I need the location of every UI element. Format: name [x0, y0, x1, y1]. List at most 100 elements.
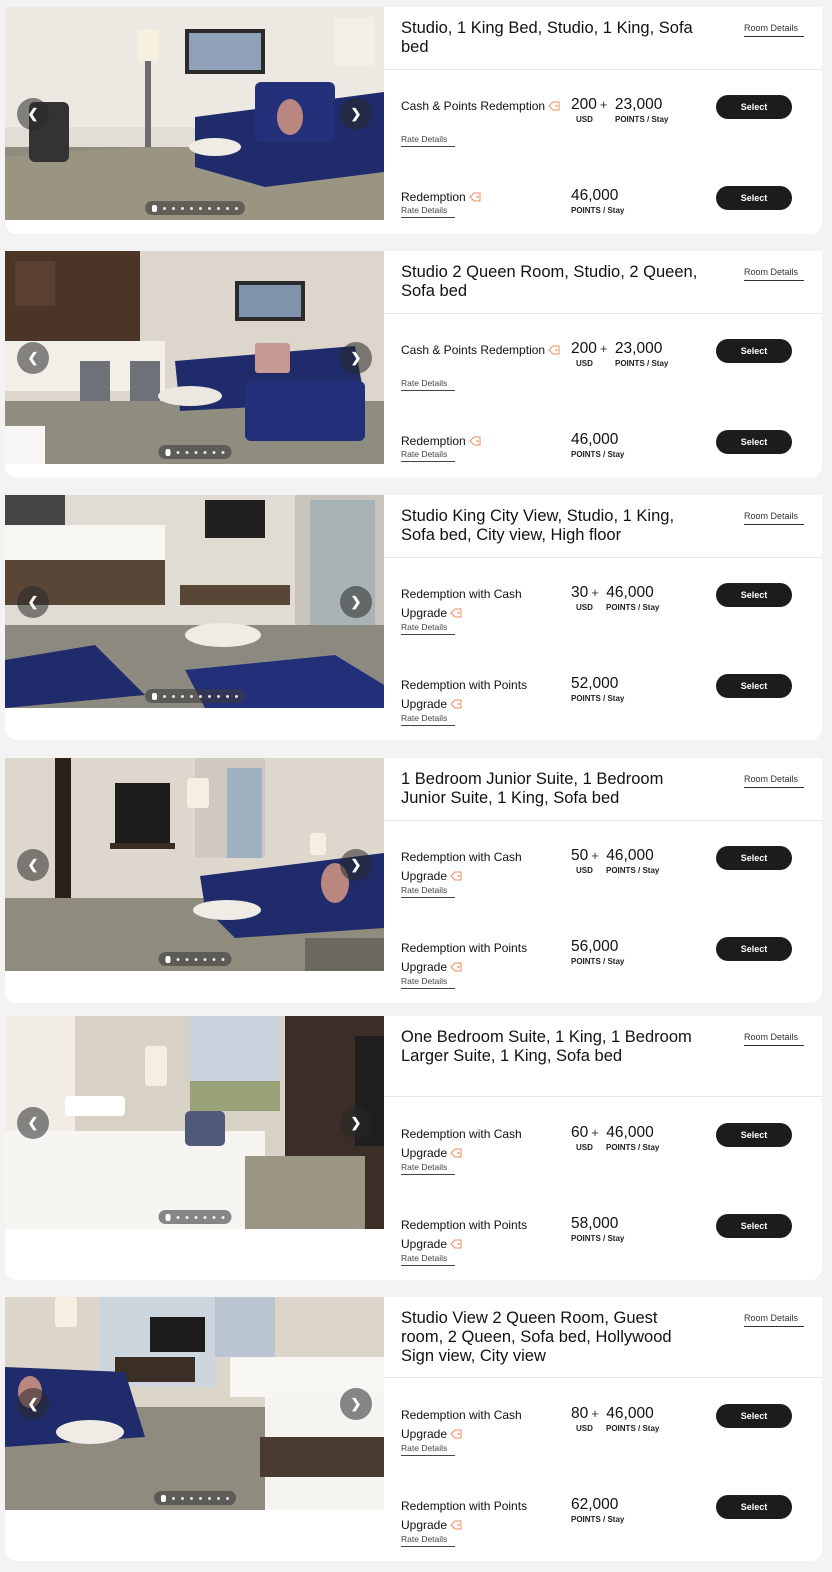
rate-details-link[interactable]: Rate Details	[401, 713, 455, 726]
carousel-dot[interactable]	[180, 206, 184, 210]
carousel-dot[interactable]	[234, 694, 238, 698]
carousel-dot[interactable]	[203, 957, 206, 961]
carousel-dot[interactable]	[176, 1215, 179, 1219]
carousel-dot[interactable]	[162, 206, 166, 210]
chevron-left-icon[interactable]: ❮	[17, 98, 49, 130]
carousel-dot[interactable]	[151, 204, 157, 212]
room-details-link[interactable]: Room Details	[744, 23, 804, 37]
carousel-dot[interactable]	[165, 1213, 170, 1221]
room-details-link[interactable]: Room Details	[744, 1032, 804, 1046]
room-photo-carousel[interactable]: ❮ ❯	[5, 7, 384, 220]
room-photo-carousel[interactable]: ❮ ❯	[5, 1016, 384, 1229]
carousel-dot[interactable]	[225, 694, 229, 698]
rate-details-link[interactable]: Rate Details	[401, 1162, 455, 1175]
select-button[interactable]: Select	[716, 430, 792, 454]
carousel-dot[interactable]	[198, 694, 202, 698]
room-details-link[interactable]: Room Details	[744, 1313, 804, 1327]
tag-icon	[450, 1426, 462, 1439]
select-button[interactable]: Select	[716, 339, 792, 363]
carousel-dot[interactable]	[221, 957, 224, 961]
chevron-left-icon[interactable]: ❮	[17, 586, 49, 618]
carousel-dot[interactable]	[189, 1496, 193, 1500]
room-photo-carousel[interactable]: ❮ ❯	[5, 1297, 384, 1510]
carousel-dot[interactable]	[165, 448, 170, 456]
carousel-dot[interactable]	[194, 1215, 197, 1219]
carousel-dot[interactable]	[216, 1496, 220, 1500]
carousel-dot[interactable]	[221, 450, 224, 454]
carousel-dot[interactable]	[216, 206, 220, 210]
carousel-dot[interactable]	[160, 1494, 166, 1502]
room-details-link[interactable]: Room Details	[744, 267, 804, 281]
carousel-dot[interactable]	[189, 694, 193, 698]
rate-details-link[interactable]: Rate Details	[401, 449, 455, 462]
rate-details-link[interactable]: Rate Details	[401, 885, 455, 898]
carousel-dot[interactable]	[171, 694, 175, 698]
room-photo-carousel[interactable]: ❮ ❯	[5, 251, 384, 464]
carousel-dot[interactable]	[180, 694, 184, 698]
carousel-dot[interactable]	[207, 206, 211, 210]
carousel-dot[interactable]	[171, 206, 175, 210]
carousel-dot[interactable]	[171, 1496, 175, 1500]
carousel-dot[interactable]	[185, 957, 188, 961]
carousel-dot[interactable]	[165, 955, 170, 963]
chevron-right-icon[interactable]: ❯	[340, 1388, 372, 1420]
select-button[interactable]: Select	[716, 937, 792, 961]
chevron-left-icon[interactable]: ❮	[17, 1388, 49, 1420]
carousel-dot[interactable]	[203, 1215, 206, 1219]
select-button[interactable]: Select	[716, 1404, 792, 1428]
select-button[interactable]: Select	[716, 1214, 792, 1238]
room-details-link[interactable]: Room Details	[744, 774, 804, 788]
points-unit: POINTS / Stay	[606, 603, 660, 612]
carousel-dot[interactable]	[212, 1215, 215, 1219]
carousel-dot[interactable]	[198, 1496, 202, 1500]
select-button[interactable]: Select	[716, 1123, 792, 1147]
carousel-dot[interactable]	[162, 694, 166, 698]
select-button[interactable]: Select	[716, 583, 792, 607]
carousel-dot[interactable]	[225, 206, 229, 210]
carousel-dot[interactable]	[212, 450, 215, 454]
chevron-right-icon[interactable]: ❯	[340, 98, 372, 130]
rate-details-link[interactable]: Rate Details	[401, 1443, 455, 1456]
carousel-dot[interactable]	[216, 694, 220, 698]
carousel-dot[interactable]	[185, 450, 188, 454]
chevron-left-icon[interactable]: ❮	[17, 1107, 49, 1139]
carousel-dot[interactable]	[207, 1496, 211, 1500]
cash-amount: 60	[571, 1124, 589, 1141]
carousel-dot[interactable]	[194, 957, 197, 961]
carousel-dot[interactable]	[180, 1496, 184, 1500]
rate-details-link[interactable]: Rate Details	[401, 1253, 455, 1266]
chevron-right-icon[interactable]: ❯	[340, 586, 372, 618]
carousel-dot[interactable]	[189, 206, 193, 210]
rate-details-link[interactable]: Rate Details	[401, 134, 455, 147]
carousel-dot[interactable]	[194, 450, 197, 454]
chevron-right-icon[interactable]: ❯	[340, 849, 372, 881]
carousel-dot[interactable]	[207, 694, 211, 698]
carousel-dot[interactable]	[151, 692, 157, 700]
rate-details-link[interactable]: Rate Details	[401, 976, 455, 989]
chevron-right-icon[interactable]: ❯	[340, 1107, 372, 1139]
select-button[interactable]: Select	[716, 846, 792, 870]
select-button[interactable]: Select	[716, 674, 792, 698]
rate-details-link[interactable]: Rate Details	[401, 205, 455, 218]
carousel-dot[interactable]	[234, 206, 238, 210]
carousel-dot[interactable]	[176, 957, 179, 961]
select-button[interactable]: Select	[716, 95, 792, 119]
select-button[interactable]: Select	[716, 1495, 792, 1519]
rate-details-link[interactable]: Rate Details	[401, 622, 455, 635]
room-photo-carousel[interactable]: ❮ ❯	[5, 495, 384, 708]
room-photo-carousel[interactable]: ❮ ❯	[5, 758, 384, 971]
chevron-right-icon[interactable]: ❯	[340, 342, 372, 374]
room-details-link[interactable]: Room Details	[744, 511, 804, 525]
carousel-dot[interactable]	[225, 1496, 229, 1500]
carousel-dot[interactable]	[221, 1215, 224, 1219]
carousel-dot[interactable]	[176, 450, 179, 454]
chevron-left-icon[interactable]: ❮	[17, 849, 49, 881]
rate-details-link[interactable]: Rate Details	[401, 378, 455, 391]
carousel-dot[interactable]	[212, 957, 215, 961]
chevron-left-icon[interactable]: ❮	[17, 342, 49, 374]
select-button[interactable]: Select	[716, 186, 792, 210]
carousel-dot[interactable]	[185, 1215, 188, 1219]
carousel-dot[interactable]	[203, 450, 206, 454]
rate-details-link[interactable]: Rate Details	[401, 1534, 455, 1547]
carousel-dot[interactable]	[198, 206, 202, 210]
